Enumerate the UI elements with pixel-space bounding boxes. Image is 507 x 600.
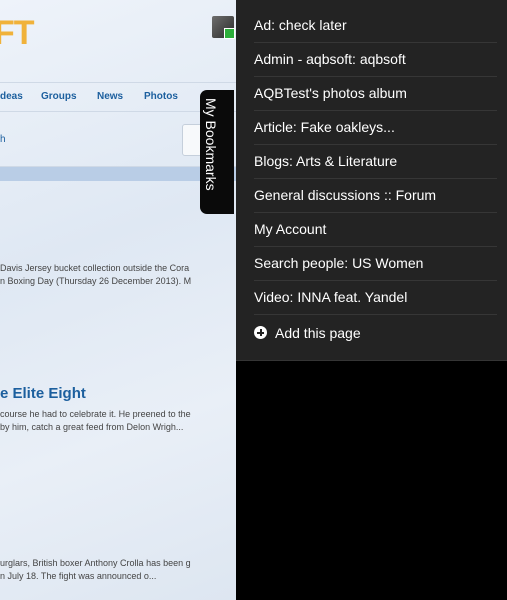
bookmark-item[interactable]: AQBTest's photos album (254, 76, 497, 111)
bookmark-item[interactable]: Video: INNA feat. Yandel (254, 280, 497, 315)
nav-item-ideas[interactable]: deas (0, 91, 23, 102)
bookmark-item[interactable]: Search people: US Women (254, 246, 497, 281)
nav-item-groups[interactable]: Groups (41, 91, 77, 102)
article-snippet-line: urglars, British boxer Anthony Crolla ha… (0, 558, 191, 568)
article-snippet-line: Davis Jersey bucket collection outside t… (0, 263, 190, 273)
user-avatar[interactable] (212, 16, 235, 39)
background-website: FT deas Groups News Photos h Davis Jerse… (0, 0, 236, 600)
article-snippet-line: n July 18. The fight was announced o... (0, 571, 157, 581)
plus-circle-icon (254, 326, 267, 339)
nav-item-news[interactable]: News (97, 91, 123, 102)
bookmark-item[interactable]: Article: Fake oakleys... (254, 110, 497, 145)
bookmarks-tab[interactable]: My Bookmarks (200, 90, 234, 214)
bookmark-item[interactable]: Admin - aqbsoft: aqbsoft (254, 42, 497, 77)
bookmarks-tab-label: My Bookmarks (203, 98, 219, 191)
bookmarks-panel: Ad: check later Admin - aqbsoft: aqbsoft… (236, 0, 507, 361)
add-this-page-button[interactable]: Add this page (254, 317, 361, 349)
site-logo: FT (0, 14, 35, 52)
bookmark-item[interactable]: Ad: check later (254, 8, 497, 43)
article-snippet-line: n Boxing Day (Thursday 26 December 2013)… (0, 276, 192, 286)
online-status-icon (224, 28, 235, 39)
bookmark-item[interactable]: My Account (254, 212, 497, 247)
article-snippet-line: by him, catch a great feed from Delon Wr… (0, 422, 184, 432)
bookmark-item[interactable]: Blogs: Arts & Literature (254, 144, 497, 179)
sub-link[interactable]: h (0, 134, 6, 145)
bookmark-item[interactable]: General discussions :: Forum (254, 178, 497, 213)
add-this-page-label: Add this page (275, 325, 361, 341)
nav-item-photos[interactable]: Photos (144, 91, 178, 102)
article-headline[interactable]: e Elite Eight (0, 385, 86, 402)
article-snippet-line: course he had to celebrate it. He preene… (0, 409, 191, 419)
